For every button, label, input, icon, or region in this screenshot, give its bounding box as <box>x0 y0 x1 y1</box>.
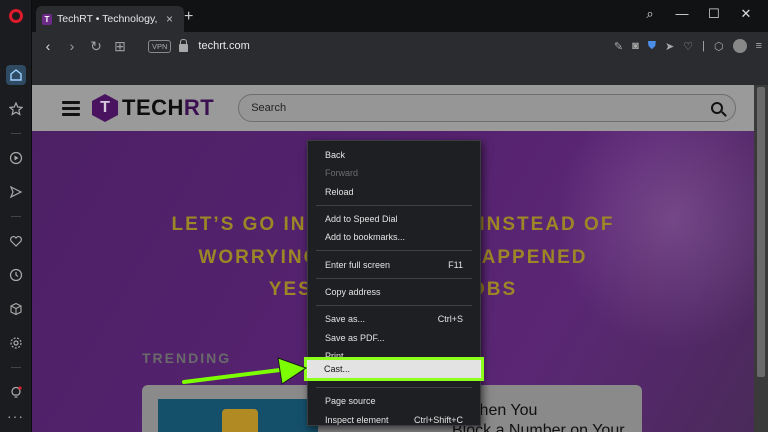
edit-icon[interactable]: ✎ <box>614 40 623 53</box>
opera-logo-icon[interactable] <box>8 9 23 23</box>
send-icon[interactable]: ➤ <box>665 40 674 53</box>
menu-item-label: Copy address <box>325 286 381 297</box>
reload-icon[interactable]: ↻ <box>84 38 108 55</box>
settings-icon[interactable] <box>6 333 26 353</box>
close-icon[interactable]: × <box>166 12 173 26</box>
player-icon[interactable] <box>6 148 26 168</box>
sidebar-divider <box>10 133 21 134</box>
heart-icon[interactable] <box>6 231 26 251</box>
context-menu-item-copy-address[interactable]: Copy address <box>308 283 480 301</box>
context-menu-item-reload[interactable]: Reload <box>308 183 480 201</box>
history-icon[interactable] <box>6 265 26 285</box>
forward-icon[interactable]: › <box>60 38 84 54</box>
menu-item-label: Enter full screen <box>325 259 391 270</box>
menu-separator <box>316 305 472 307</box>
lock-icon[interactable] <box>179 38 189 52</box>
address-bar: ‹ › ↻ ⊞ VPN techrt.com ✎ ◙ ⛊ ➤ ♡ | ⬡ ≡ <box>32 32 768 60</box>
tab-bar: T TechRT • Technology, Real × + ⌕ — ☐ ✕ <box>32 0 768 32</box>
star-icon[interactable] <box>6 99 26 119</box>
menu-item-label: Reload <box>325 186 354 197</box>
window-controls: ⌕ — ☐ ✕ <box>634 6 762 22</box>
favicon-icon: T <box>42 13 52 25</box>
sidebar-divider <box>10 216 21 217</box>
context-menu-item-back[interactable]: Back <box>308 146 480 164</box>
cast-menu-item[interactable]: Cast... <box>324 364 350 374</box>
card-thumbnail[interactable] <box>158 399 318 432</box>
back-icon[interactable]: ‹ <box>36 38 60 54</box>
annotation-arrow-icon <box>182 357 308 385</box>
context-menu-item-save-as-pdf[interactable]: Save as PDF... <box>308 328 480 346</box>
sidebar-more-icon[interactable]: ··· <box>7 408 24 424</box>
page-scrollbar[interactable] <box>754 85 768 432</box>
home-icon[interactable] <box>5 65 26 85</box>
menu-item-label: Inspect element <box>325 414 389 425</box>
site-search-input[interactable]: Search <box>238 94 737 122</box>
lightbulb-icon[interactable] <box>6 382 26 402</box>
scrollbar-thumb[interactable] <box>757 87 765 377</box>
menu-separator <box>316 387 472 389</box>
menu-item-label: Page source <box>325 396 376 407</box>
site-logo[interactable]: TECHRT <box>122 95 214 121</box>
camera-icon[interactable]: ◙ <box>632 40 639 52</box>
menu-item-label: Forward <box>325 168 359 179</box>
hero-portrait <box>554 131 754 351</box>
context-menu-item-inspect-element[interactable]: Inspect element Ctrl+Shift+C <box>308 411 480 429</box>
menu-item-label: Add to Speed Dial <box>325 214 398 225</box>
menu-icon[interactable]: ≡ <box>756 40 762 52</box>
context-menu-item-forward: Forward <box>308 164 480 182</box>
cube-icon[interactable] <box>6 299 26 319</box>
minimize-button[interactable]: — <box>666 6 698 22</box>
search-icon[interactable] <box>711 102 724 114</box>
divider: | <box>702 40 705 52</box>
menu-separator <box>316 277 472 279</box>
context-menu-item-page-source[interactable]: Page source <box>308 392 480 410</box>
new-tab-button[interactable]: + <box>184 8 193 26</box>
search-tabs-icon[interactable]: ⌕ <box>634 6 666 22</box>
techrt-logo-icon[interactable]: T <box>92 94 118 122</box>
context-menu-item-add-to-speed-dial[interactable]: Add to Speed Dial <box>308 210 480 228</box>
context-menu-item-enter-full-screen[interactable]: Enter full screen F11 <box>308 255 480 273</box>
shield-icon[interactable]: ⛊ <box>648 40 656 53</box>
menu-item-shortcut: F11 <box>448 259 463 270</box>
send-icon[interactable] <box>6 182 26 202</box>
url-field[interactable]: techrt.com <box>198 40 249 52</box>
toolbar-gap <box>32 60 768 85</box>
menu-separator <box>316 204 472 206</box>
menu-item-label: Save as PDF... <box>325 332 385 343</box>
menu-separator <box>316 250 472 252</box>
menu-item-label: Add to bookmarks... <box>325 232 406 243</box>
tab-techrt[interactable]: T TechRT • Technology, Real × <box>36 6 184 32</box>
hamburger-menu-icon[interactable] <box>62 98 80 119</box>
cube-icon[interactable]: ⬡ <box>714 40 724 53</box>
maximize-button[interactable]: ☐ <box>698 6 730 22</box>
vpn-badge[interactable]: VPN <box>148 39 172 53</box>
address-bar-actions: ✎ ◙ ⛊ ➤ ♡ | ⬡ ≡ <box>614 39 762 53</box>
context-menu-item-save-as[interactable]: Save as... Ctrl+S <box>308 310 480 328</box>
menu-item-label: Save as... <box>325 314 366 325</box>
context-menu: Back Forward Reload Add to Speed Dial Add to… <box>307 140 481 426</box>
search-placeholder: Search <box>251 102 287 114</box>
cast-highlight[interactable]: Cast... <box>304 357 484 381</box>
tab-title: TechRT • Technology, Real <box>57 13 161 25</box>
menu-item-shortcut: Ctrl+S <box>437 314 463 325</box>
context-menu-item-add-to-bookmarks[interactable]: Add to bookmarks... <box>308 228 480 246</box>
avatar[interactable] <box>732 39 747 53</box>
opera-sidebar: ··· <box>0 0 32 432</box>
menu-item-label: Back <box>325 150 346 161</box>
menu-item-shortcut: Ctrl+Shift+C <box>413 414 463 425</box>
sidebar-divider <box>10 367 21 368</box>
tiles-icon[interactable]: ⊞ <box>108 38 132 55</box>
site-header: T TECHRT Search <box>32 85 754 131</box>
close-window-button[interactable]: ✕ <box>730 6 762 22</box>
heart-icon[interactable]: ♡ <box>683 40 693 53</box>
